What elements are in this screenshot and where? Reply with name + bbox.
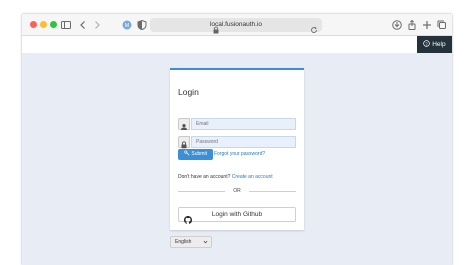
chevron-down-icon [203, 237, 208, 251]
share-icon[interactable] [406, 19, 418, 31]
no-account-text: Don't have an account? [178, 174, 231, 180]
divider [249, 191, 296, 192]
no-account-row: Don't have an account? Create an account [178, 174, 273, 180]
sidebar-icon[interactable] [60, 19, 72, 31]
help-button[interactable]: ? Help [417, 36, 452, 53]
minimize-window-button[interactable] [40, 21, 47, 28]
user-icon [178, 118, 190, 130]
reload-icon[interactable] [310, 21, 318, 33]
browser-window: M local.fusionauth.io ? Help Login Email… [22, 14, 452, 265]
email-field [178, 118, 296, 130]
browser-toolbar: M local.fusionauth.io [22, 14, 452, 36]
svg-text:?: ? [426, 41, 429, 46]
or-label: OR [233, 188, 241, 194]
download-icon[interactable] [391, 19, 403, 31]
tab-overview-icon[interactable] [436, 19, 448, 31]
create-account-link[interactable]: Create an account [232, 174, 273, 180]
submit-label: Submit [191, 151, 207, 157]
app-header [22, 36, 452, 53]
question-circle-icon: ? [423, 40, 432, 48]
forgot-password-link[interactable]: Forgot your password? [214, 151, 265, 157]
submit-button[interactable]: Submit [178, 149, 213, 160]
github-label: Login with Github [211, 211, 263, 218]
forward-icon[interactable] [91, 19, 103, 31]
language-select[interactable]: English [170, 236, 212, 248]
close-window-button[interactable] [30, 21, 37, 28]
password-field [178, 136, 296, 149]
login-title: Login [178, 87, 199, 97]
address-bar[interactable]: local.fusionauth.io [150, 18, 322, 34]
screenshot-stage: M local.fusionauth.io ? Help Login Email… [0, 0, 474, 265]
privacy-shield-icon[interactable] [136, 19, 148, 31]
divider [178, 191, 225, 192]
url-text: local.fusionauth.io [209, 21, 263, 28]
email-input[interactable] [191, 118, 296, 130]
help-label: Help [432, 41, 446, 48]
new-tab-icon[interactable] [421, 19, 433, 31]
extension-icon[interactable]: M [121, 19, 133, 31]
language-value: English [175, 239, 192, 245]
login-panel: Login Submit Forgot your password? [170, 68, 304, 230]
back-icon[interactable] [77, 19, 89, 31]
password-input[interactable] [191, 136, 296, 148]
svg-text:M: M [125, 23, 129, 29]
lock-icon [178, 136, 190, 149]
login-with-github-button[interactable]: Login with Github [178, 207, 296, 224]
zoom-window-button[interactable] [50, 21, 57, 28]
